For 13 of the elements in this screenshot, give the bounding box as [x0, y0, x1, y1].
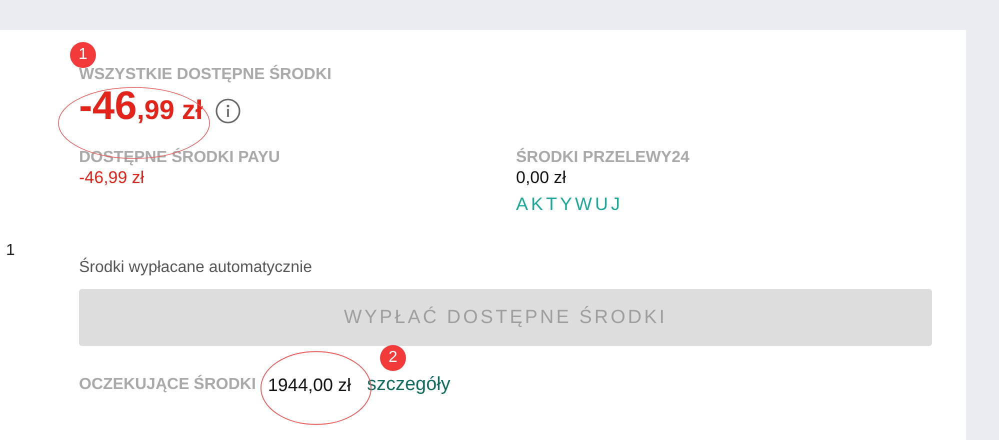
annotation-badge: 1 [70, 42, 96, 68]
balance-label: ŚRODKI PRZELEWY24 [516, 149, 690, 167]
auto-payout-note: Środki wypłacane automatycznie [79, 259, 314, 277]
annotation-badge: 2 [380, 344, 406, 370]
info-icon[interactable] [214, 98, 241, 124]
balance-value: -46,99 zł [79, 168, 146, 188]
cut-off-text: 1 [6, 242, 15, 259]
pending-label: OCZEKUJĄCE ŚRODKI [79, 376, 256, 394]
pending-value: 1944,00 zł [268, 374, 351, 394]
activate-link[interactable]: AKTYWUJ [516, 194, 624, 215]
balance-value: 0,00 zł [516, 168, 568, 188]
total-amount: -46,99 zł [79, 86, 203, 130]
total-label: WSZYSTKIE DOSTĘPNE ŚRODKI [79, 66, 332, 84]
